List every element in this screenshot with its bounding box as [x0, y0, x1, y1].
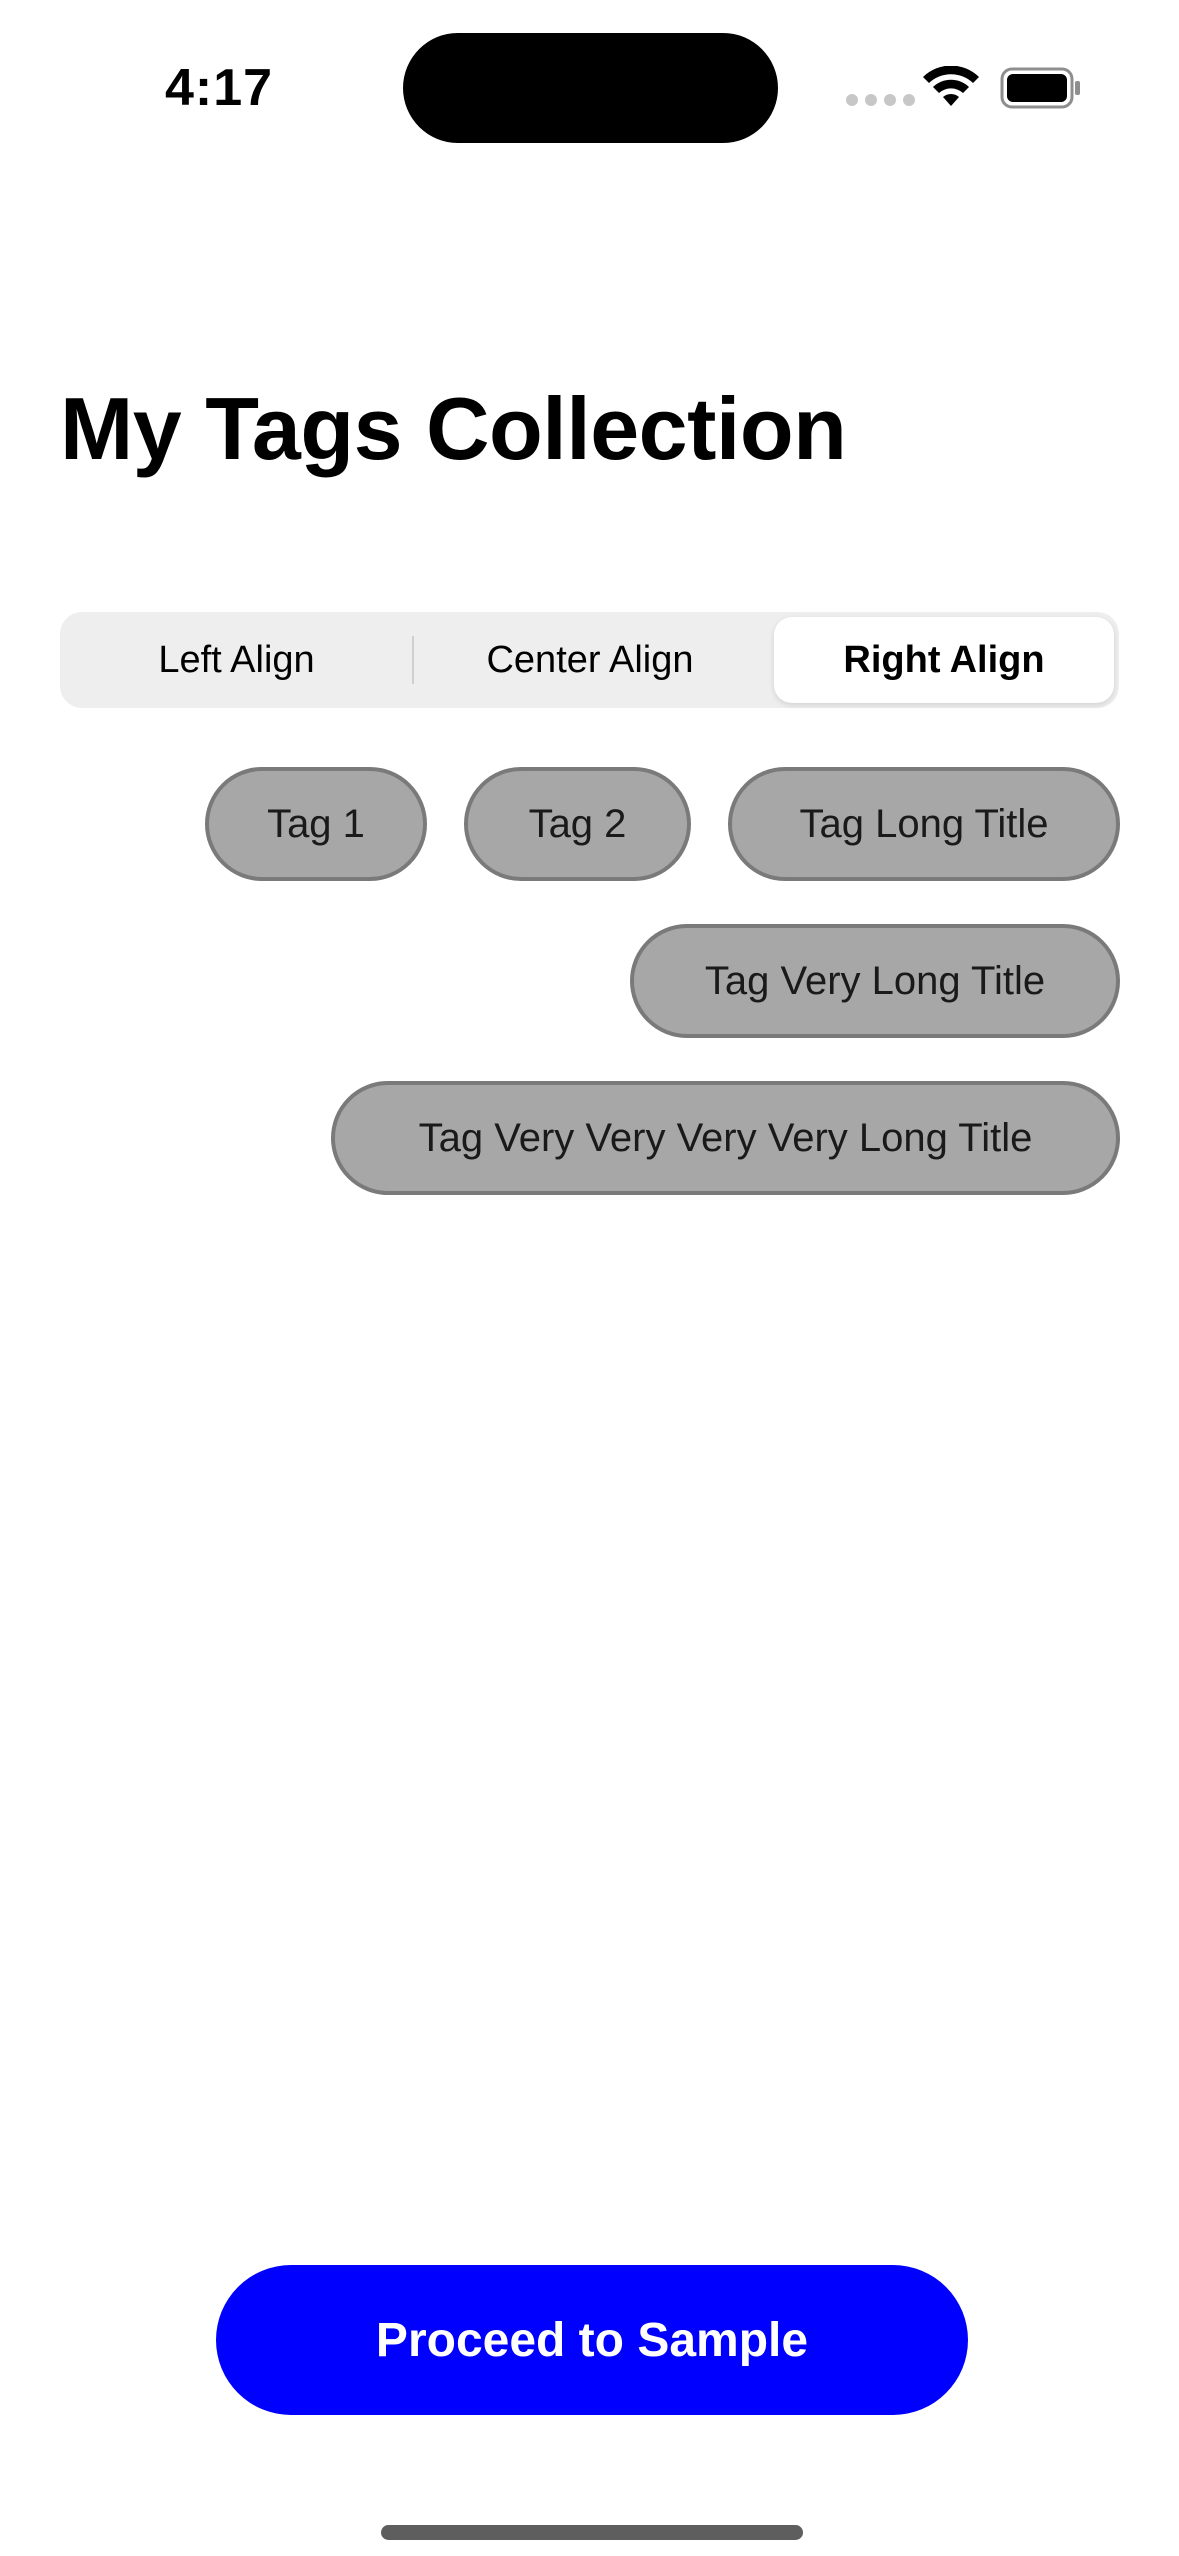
segment-left-align[interactable]: Left Align: [65, 617, 408, 703]
proceed-to-sample-button[interactable]: Proceed to Sample: [216, 2265, 968, 2415]
tag-item[interactable]: Tag Long Title: [728, 767, 1120, 881]
alignment-segmented-control: Left Align Center Align Right Align: [60, 612, 1119, 708]
home-indicator[interactable]: [381, 2525, 803, 2540]
segment-divider: [412, 636, 414, 684]
tag-item[interactable]: Tag Very Very Very Very Long Title: [331, 1081, 1120, 1195]
tag-item[interactable]: Tag Very Long Title: [630, 924, 1120, 1038]
status-time: 4:17: [165, 59, 274, 117]
battery-icon: [1000, 67, 1080, 109]
wifi-icon: [923, 66, 979, 106]
page-title: My Tags Collection: [60, 379, 847, 478]
tag-item[interactable]: Tag 2: [464, 767, 691, 881]
segment-right-align-selected[interactable]: Right Align: [774, 617, 1114, 703]
dynamic-island: [403, 33, 778, 143]
segment-center-align[interactable]: Center Align: [417, 617, 763, 703]
tag-item[interactable]: Tag 1: [205, 767, 427, 881]
signal-dots-icon: [846, 94, 915, 106]
